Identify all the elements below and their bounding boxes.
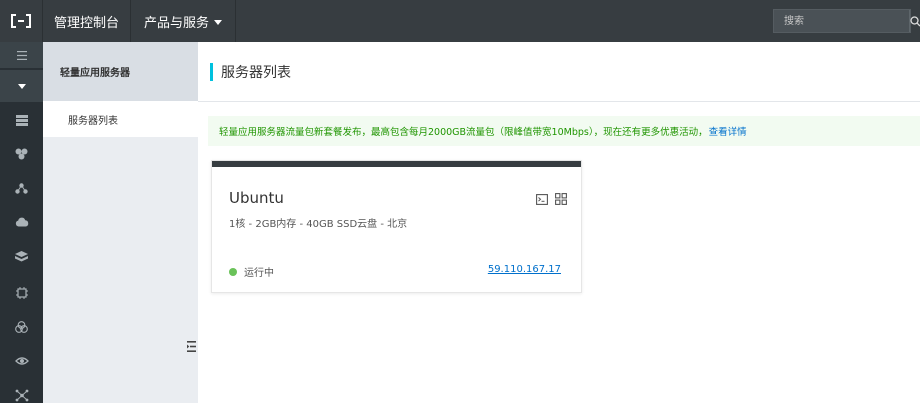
rail-expand-toggle[interactable] <box>0 70 43 102</box>
promo-notice-text: 轻量应用服务器流量包新套餐发布，最高包含每月2000GB流量包（限峰值带宽10M… <box>219 127 708 138</box>
grid-icon <box>555 193 567 205</box>
app-details-button[interactable] <box>555 190 567 209</box>
aliyun-logo[interactable] <box>0 0 43 42</box>
circles-icon <box>15 321 28 333</box>
remote-terminal-button[interactable] <box>536 190 548 209</box>
server-status: 运行中 <box>229 264 274 279</box>
console-home-link[interactable]: 管理控制台 <box>43 0 132 42</box>
sidebar-item-server-list[interactable]: 服务器列表 <box>43 101 198 137</box>
search-input[interactable] <box>774 10 909 32</box>
server-spec: 1核 - 2GB内存 - 40GB SSD云盘 - 北京 <box>229 219 408 230</box>
network-icon <box>15 389 28 401</box>
page-title: 服务器列表 <box>221 64 291 81</box>
nodes-icon <box>15 182 28 194</box>
terminal-icon <box>536 194 548 205</box>
console-home-label: 管理控制台 <box>54 15 120 31</box>
status-label: 运行中 <box>244 268 274 279</box>
collapse-icon <box>187 340 196 352</box>
rail-item-network[interactable] <box>0 382 43 403</box>
search-icon <box>910 15 920 26</box>
rail-menu-button[interactable] <box>0 42 43 68</box>
cluster-icon <box>15 148 28 160</box>
caret-down-icon <box>17 83 26 89</box>
rail-item-list[interactable] <box>0 107 43 133</box>
server-card[interactable]: Ubuntu 1核 - 2GB内存 - 40GB SSD云盘 - 北京 运行中 … <box>211 160 582 293</box>
server-ip-link[interactable]: 59.110.167.17 <box>488 264 561 275</box>
menu-icon <box>16 50 27 60</box>
sidebar-item-label: 服务器列表 <box>68 115 118 127</box>
logo-icon <box>11 14 31 28</box>
rail-item-nodes[interactable] <box>0 175 43 201</box>
status-running-dot <box>229 267 237 276</box>
rail-item-chip[interactable] <box>0 280 43 306</box>
products-menu-label: 产品与服务 <box>144 15 210 31</box>
eye-icon <box>14 357 29 365</box>
page-header: 服务器列表 <box>198 42 920 102</box>
chevron-down-icon <box>214 19 223 25</box>
server-card-topbar <box>212 161 581 167</box>
products-menu[interactable]: 产品与服务 <box>131 0 237 42</box>
list-icon <box>15 114 28 126</box>
icon-rail <box>0 42 43 403</box>
server-card-actions <box>536 190 567 209</box>
rail-item-cloud[interactable] <box>0 209 43 235</box>
promo-notice: 轻量应用服务器流量包新套餐发布，最高包含每月2000GB流量包（限峰值带宽10M… <box>208 116 920 146</box>
rail-item-cluster[interactable] <box>0 141 43 167</box>
rail-item-eye[interactable] <box>0 348 43 374</box>
database-icon <box>15 250 28 261</box>
rail-item-circles[interactable] <box>0 314 43 340</box>
cloud-icon <box>15 217 28 227</box>
promo-details-link[interactable]: 查看详情 <box>709 124 747 138</box>
chip-icon <box>15 287 28 299</box>
main-content: 服务器列表 轻量应用服务器流量包新套餐发布，最高包含每月2000GB流量包（限峰… <box>198 42 920 403</box>
rail-item-database[interactable] <box>0 243 43 269</box>
secondary-sidebar: 轻量应用服务器 服务器列表 <box>43 42 198 403</box>
server-name: Ubuntu <box>229 189 284 207</box>
sidebar-collapse-handle[interactable] <box>185 326 198 366</box>
sidebar-title: 轻量应用服务器 <box>43 42 198 101</box>
title-accent-bar <box>210 62 213 81</box>
search-button[interactable] <box>909 10 920 32</box>
search-box <box>773 9 920 33</box>
